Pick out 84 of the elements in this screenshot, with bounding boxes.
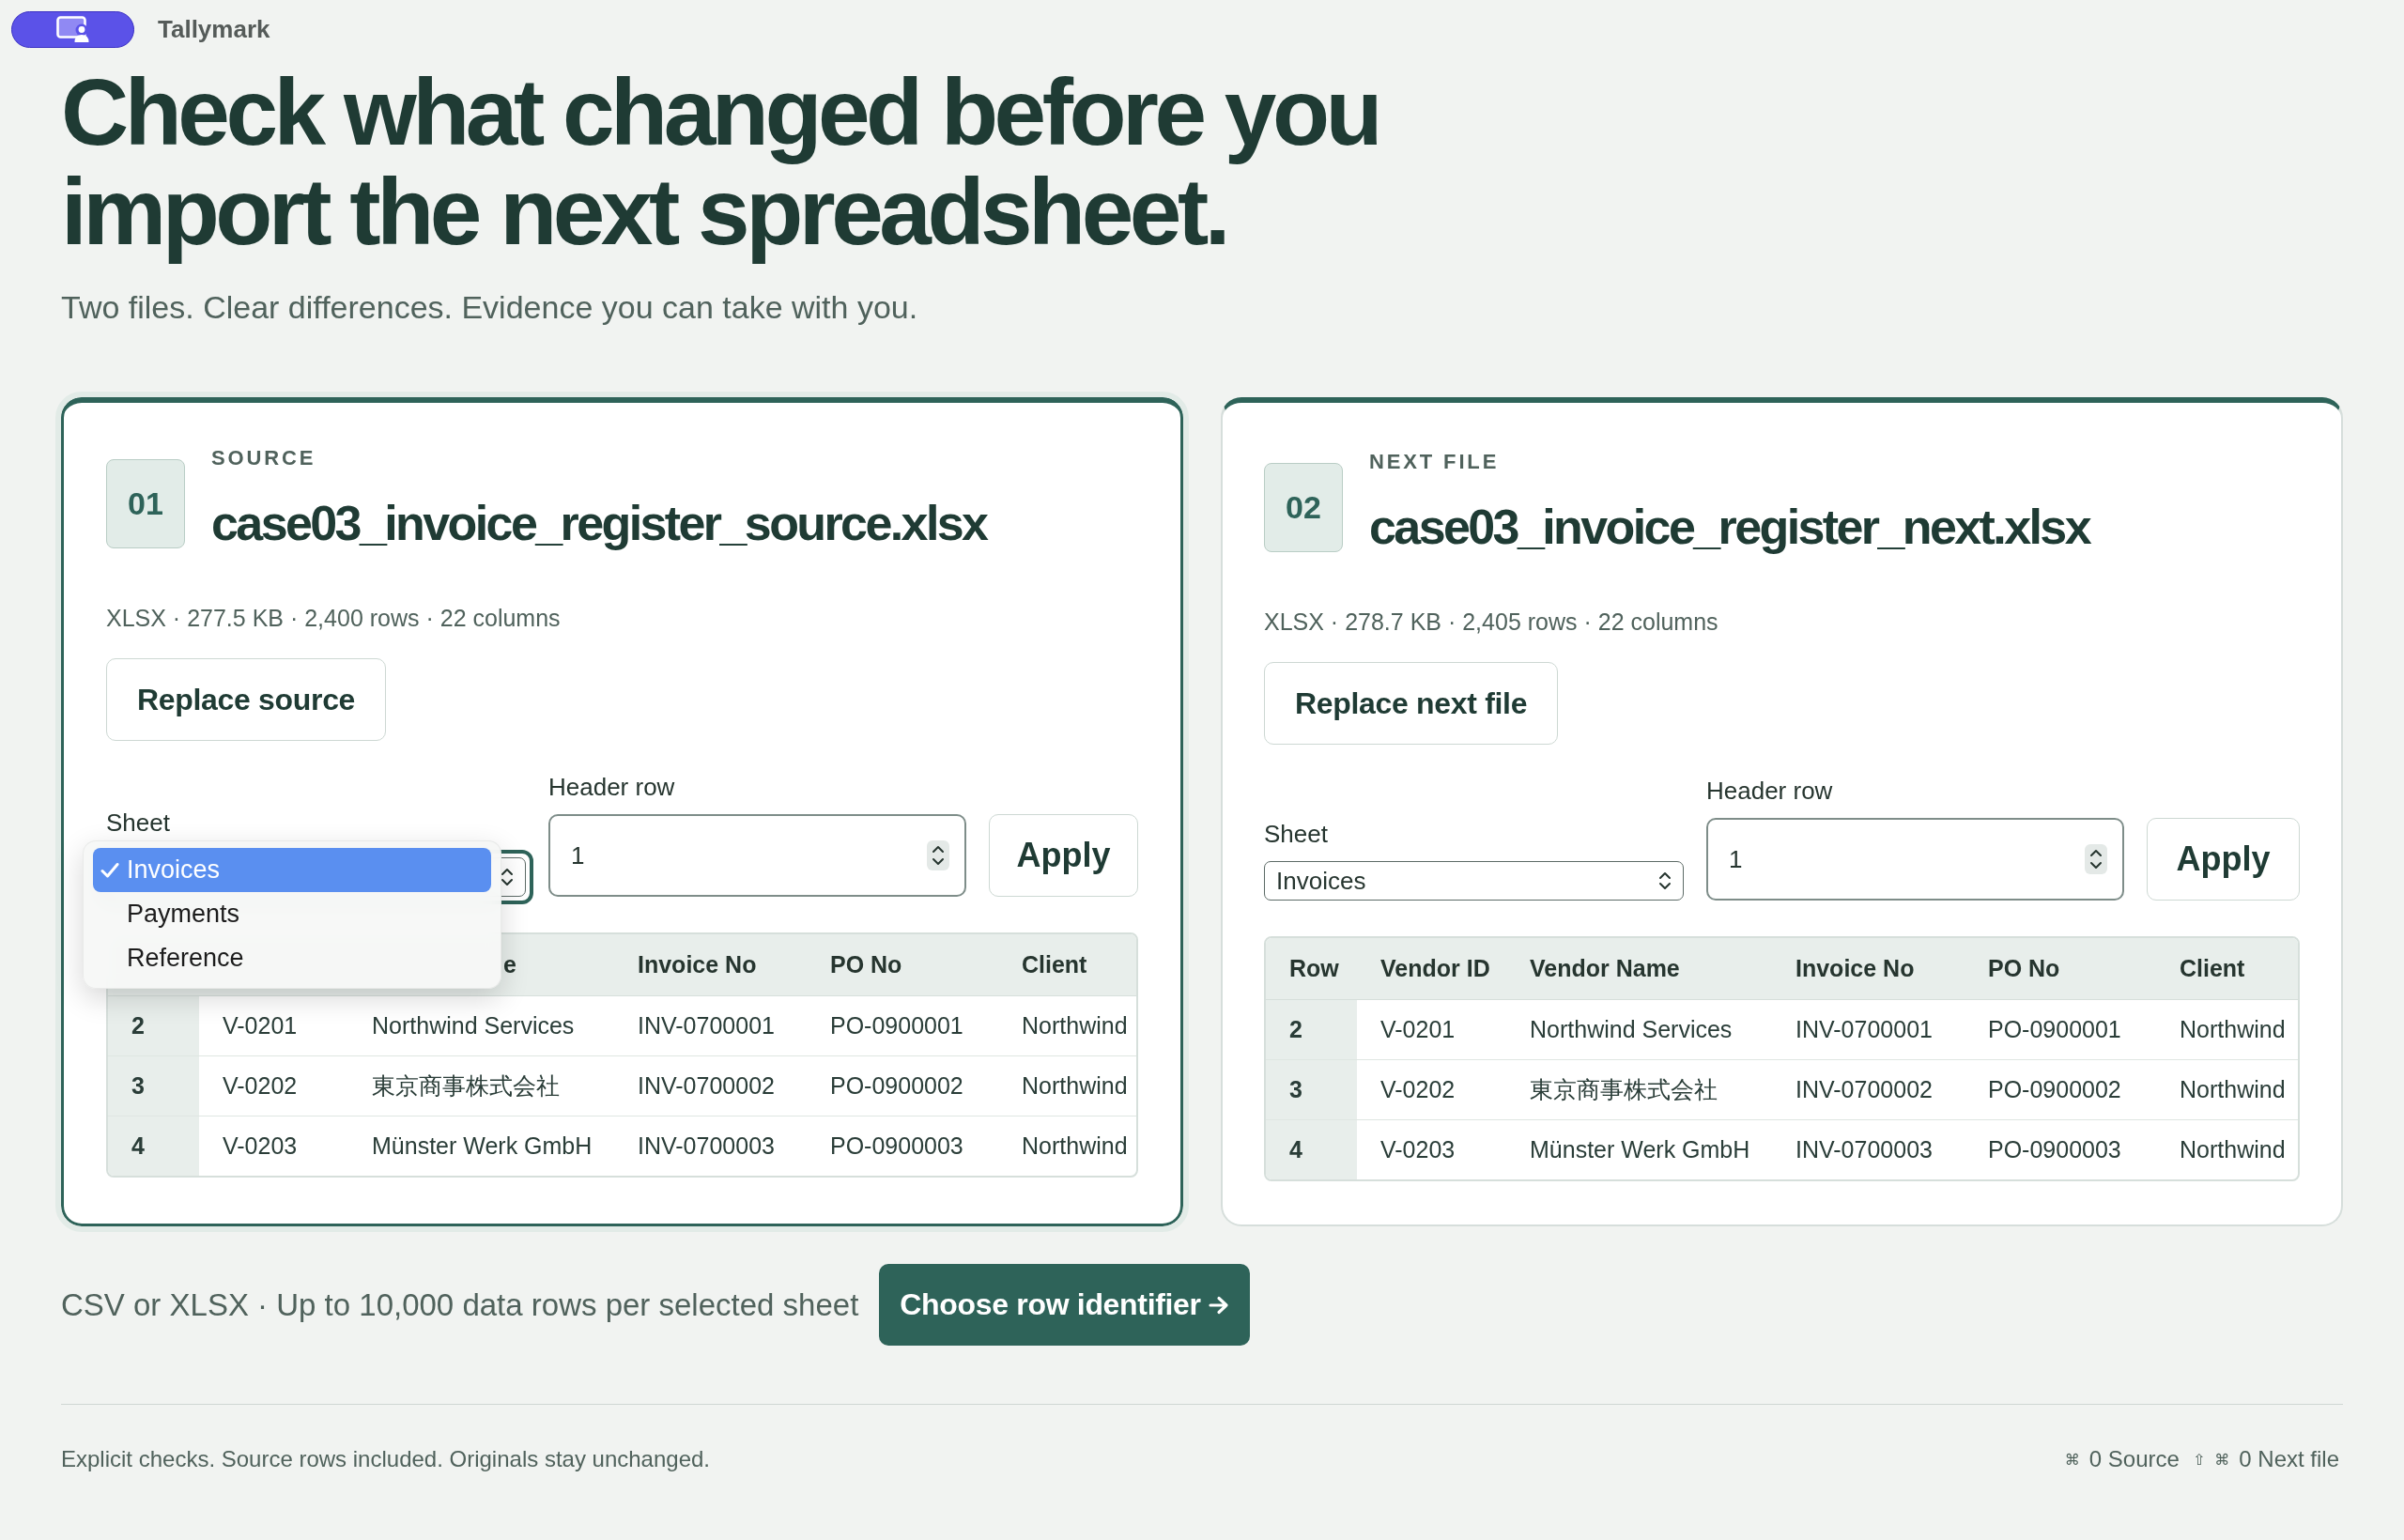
field-label: Header row [1706, 777, 1833, 805]
table-cell-text: INV-0700002 [637, 1071, 776, 1101]
field-label: Sheet [106, 808, 170, 837]
table-cell-text: V-0201 [1379, 1015, 1456, 1044]
table-cell-text: V-0202 [1379, 1075, 1456, 1104]
row-number-cell: 3 [108, 1056, 199, 1116]
table-cell-text: V-0201 [222, 1011, 299, 1040]
table-cell-text: Northwind [2179, 1015, 2287, 1044]
chevron-up-down-icon [1658, 870, 1672, 891]
file-details: XLSX · 277.5 KB · 2,400 rows · 22 columns [106, 604, 562, 632]
file-number-badge: 02 [1264, 463, 1343, 552]
header-row-input[interactable]: 1 [548, 814, 966, 897]
table-cell-text: INV-0700001 [637, 1011, 776, 1040]
column-header: Invoice No [1795, 954, 1916, 983]
shortcut-label: 0 Next file [2239, 1446, 2339, 1472]
sheet-option[interactable]: Reference [93, 936, 491, 980]
field-label: Header row [548, 773, 675, 801]
table-cell-text: Northwind [1021, 1132, 1129, 1161]
field-label: Sheet [1264, 820, 1328, 848]
stepper-icon [2085, 844, 2107, 874]
key-symbol: ⌘ [2064, 1450, 2080, 1469]
column-header: Client [1021, 950, 1088, 979]
table-cell-text: Northwind Services [1529, 1015, 1734, 1044]
row-number-cell: 3 [1266, 1060, 1357, 1119]
sheet-option[interactable]: Payments [93, 892, 491, 936]
stepper-icon [927, 840, 949, 870]
table-cell-text: INV-0700003 [637, 1132, 776, 1161]
table-cell-text: V-0203 [1379, 1135, 1456, 1164]
table-cell-text: Münster Werk GmbH [371, 1132, 593, 1161]
row-number-cell: 2 [108, 996, 199, 1055]
check-icon [100, 861, 119, 879]
footer-note: Explicit checks. Source rows included. Originals stay unchanged. [61, 1446, 710, 1472]
file-role-label: NEXT FILE [1369, 450, 1500, 474]
file-details: XLSX · 278.7 KB · 2,405 rows · 22 columns [1264, 608, 1719, 636]
table-cell-text: PO-0900001 [1987, 1015, 2122, 1044]
choose-row-identifier-button[interactable]: Choose row identifier [879, 1264, 1250, 1346]
column-header: Client [2179, 954, 2246, 983]
apply-button[interactable]: Apply [989, 814, 1138, 897]
table-cell-text: Münster Werk GmbH [1529, 1135, 1751, 1164]
column-header: Vendor Name [1529, 954, 1681, 983]
table-cell-text: Northwind [2179, 1135, 2287, 1164]
shortcut-label: 0 Source [2088, 1446, 2180, 1472]
table-cell-text: PO-0900003 [1987, 1135, 2122, 1164]
row-number-cell: 2 [1266, 1000, 1357, 1059]
apply-button[interactable]: Apply [2147, 818, 2300, 901]
sheet-select[interactable]: Invoices [1264, 861, 1684, 901]
table-cell-text: 東京商事株式会社 [371, 1071, 561, 1101]
upload-limits-note: CSV or XLSX · Up to 10,000 data rows per selected sheet [61, 1286, 859, 1323]
table-cell-text: Northwind Services [371, 1011, 576, 1040]
table-cell-text: INV-0700001 [1795, 1015, 1934, 1044]
replace-file-button[interactable]: Replace source [106, 658, 387, 741]
column-header: e [502, 950, 517, 979]
chevron-up-down-icon [501, 867, 514, 887]
file-role-label: SOURCE [211, 446, 316, 470]
file-name: case03_invoice_register_source.xlsx [211, 495, 987, 551]
file-name: case03_invoice_register_next.xlsx [1369, 499, 2089, 555]
table-cell-text: PO-0900002 [829, 1071, 964, 1101]
column-header: Vendor ID [1379, 954, 1491, 983]
replace-file-button[interactable]: Replace next file [1264, 662, 1559, 745]
column-header: Invoice No [637, 950, 758, 979]
column-header: PO No [829, 950, 903, 979]
screen-share-button[interactable] [11, 10, 134, 48]
table-cell-text: V-0202 [222, 1071, 299, 1101]
key-symbol: ⇧ [2192, 1450, 2206, 1469]
table-cell-text: Northwind [1021, 1071, 1129, 1101]
file-number-badge: 01 [106, 459, 185, 548]
column-header: PO No [1987, 954, 2061, 983]
app-name: Tallymark [158, 14, 270, 44]
table-cell-text: V-0203 [222, 1132, 299, 1161]
table-cell-text: Northwind [1021, 1011, 1129, 1040]
column-header: Row [1288, 954, 1340, 983]
table-cell-text: PO-0900003 [829, 1132, 964, 1161]
row-number-cell: 4 [108, 1116, 199, 1176]
header-row-input[interactable]: 1 [1706, 818, 2124, 901]
page-subtitle: Two files. Clear differences. Evidence you can take with you. [61, 289, 919, 326]
table-cell-text: PO-0900001 [829, 1011, 964, 1040]
table-cell-text: 東京商事株式会社 [1529, 1075, 1718, 1104]
table-cell-text: PO-0900002 [1987, 1075, 2122, 1104]
arrow-right-icon [1208, 1295, 1229, 1315]
table-cell-text: Northwind [2179, 1075, 2287, 1104]
table-cell-text: INV-0700002 [1795, 1075, 1934, 1104]
table-cell-text: INV-0700003 [1795, 1135, 1934, 1164]
key-symbol: ⌘ [2214, 1450, 2230, 1469]
row-number-cell: 4 [1266, 1120, 1357, 1179]
